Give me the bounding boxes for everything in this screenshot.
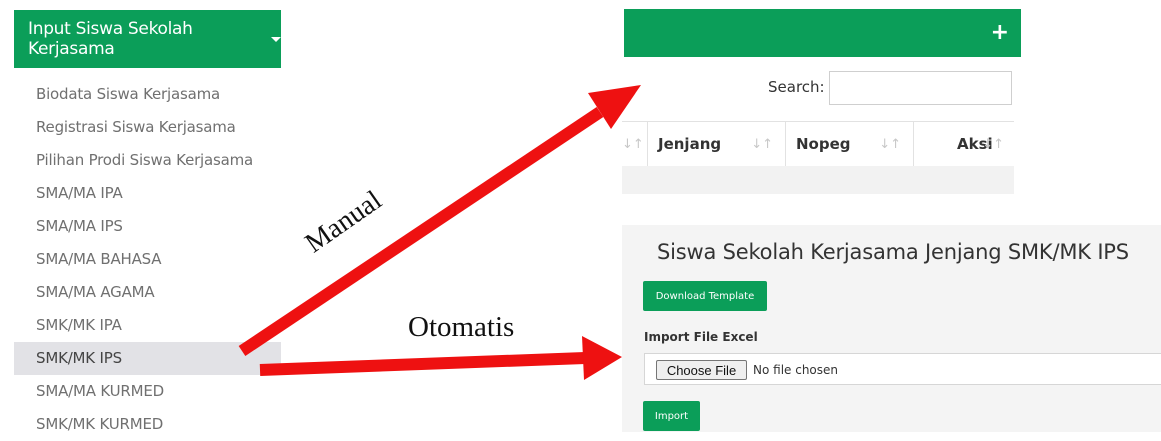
otomatis-annotation-label: Otomatis bbox=[408, 311, 515, 343]
annotation-arrows bbox=[238, 85, 641, 380]
